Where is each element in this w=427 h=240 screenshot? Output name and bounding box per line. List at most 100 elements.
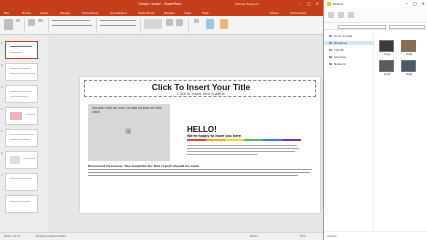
group-separator xyxy=(48,18,49,33)
file-thumbnail[interactable]: img3 xyxy=(379,60,395,76)
item-count: 4 items xyxy=(327,234,337,238)
text-line xyxy=(88,169,312,171)
search-input[interactable] xyxy=(389,24,425,29)
file-thumbnail[interactable]: img4 xyxy=(401,60,417,76)
ribbon-tabs: File Home Insert Design Transitions Anim… xyxy=(0,9,323,16)
tab-help[interactable]: Help xyxy=(202,11,209,15)
zoom-level[interactable]: 67% xyxy=(300,235,306,238)
file-thumbnail[interactable]: img1 xyxy=(379,40,395,56)
shapes-gallery[interactable] xyxy=(144,19,162,29)
tab-design[interactable]: Design xyxy=(60,11,70,15)
welcome-subheading[interactable]: We're happy to have you here xyxy=(187,134,241,138)
body-text[interactable]: Document Overview: The template for this… xyxy=(88,164,314,168)
group-separator xyxy=(24,18,25,33)
nav-item[interactable]: Libraries xyxy=(329,55,346,59)
folder-icon xyxy=(327,2,331,6)
cut-icon[interactable] xyxy=(16,19,20,22)
slide-thumbnail[interactable] xyxy=(5,107,38,125)
quick-styles-icon[interactable] xyxy=(176,19,183,26)
layout-icon[interactable] xyxy=(38,19,43,22)
color-stripe xyxy=(225,139,244,141)
text-line xyxy=(88,172,310,174)
tab-transitions[interactable]: Transitions xyxy=(82,11,98,15)
tab-insert[interactable]: Insert xyxy=(40,11,49,15)
up-icon[interactable] xyxy=(348,12,354,18)
nav-item[interactable]: OneDrive xyxy=(324,41,374,45)
image-placeholder[interactable]: Double-click on icon to add picture on t… xyxy=(88,104,170,161)
slide-title[interactable]: Click To Insert Your Title xyxy=(85,82,317,92)
language-indicator[interactable]: English (United States) xyxy=(36,235,66,238)
text-line xyxy=(187,148,299,150)
slide-thumbnail[interactable] xyxy=(5,173,38,191)
slide-thumbnail[interactable] xyxy=(5,85,38,103)
design-ideas-icon[interactable] xyxy=(220,19,228,29)
slide-canvas[interactable]: Click To Insert Your Title Click To Inse… xyxy=(80,77,320,213)
tab-view[interactable]: View xyxy=(184,11,191,15)
close-icon[interactable]: ✕ xyxy=(422,1,425,6)
dictate-icon[interactable] xyxy=(206,19,214,29)
slide-counter: Slide 1 of 11 xyxy=(4,235,21,238)
slide-thumbnail[interactable] xyxy=(5,41,38,59)
nav-item[interactable]: Quick access xyxy=(329,34,352,38)
paste-icon[interactable] xyxy=(4,19,13,30)
picture-icon[interactable]: ▣ xyxy=(125,127,132,135)
align-row[interactable] xyxy=(100,25,136,26)
color-stripe xyxy=(206,139,225,141)
image-placeholder-text: Double-click on icon to add picture on t… xyxy=(92,106,162,114)
image-preview xyxy=(379,60,394,72)
font-selector[interactable] xyxy=(52,20,90,21)
font-format-row[interactable] xyxy=(52,25,92,26)
notes-button[interactable]: Notes xyxy=(250,235,258,238)
nav-item[interactable]: This PC xyxy=(329,48,344,52)
tab-review[interactable]: Review xyxy=(164,11,175,15)
color-stripe xyxy=(244,139,263,141)
color-stripe xyxy=(282,139,301,141)
slide-thumbnail[interactable] xyxy=(5,129,38,147)
new-slide-icon[interactable] xyxy=(28,19,35,26)
explorer-title: Photos xyxy=(333,2,344,6)
slide-thumbnail[interactable] xyxy=(5,195,38,213)
library-icon xyxy=(329,55,332,58)
forward-icon[interactable] xyxy=(338,12,344,18)
maximize-icon[interactable]: □ xyxy=(307,1,311,7)
computer-icon xyxy=(329,48,332,51)
file-thumbnail[interactable]: img2 xyxy=(401,40,417,56)
comments-button[interactable]: Comments xyxy=(290,11,306,15)
slide-thumbnail[interactable] xyxy=(5,63,38,81)
nav-label: This PC xyxy=(334,48,345,52)
minimize-icon[interactable]: – xyxy=(406,1,408,6)
group-separator xyxy=(140,18,141,33)
address-bar[interactable] xyxy=(338,24,386,29)
arrange-icon[interactable] xyxy=(166,19,173,26)
share-button[interactable]: Share xyxy=(270,11,279,15)
explorer-ribbon xyxy=(324,9,427,23)
slide-thumbnail[interactable] xyxy=(5,151,38,169)
nav-label: OneDrive xyxy=(334,41,348,45)
maximize-icon[interactable]: □ xyxy=(413,1,417,6)
color-bar xyxy=(187,139,301,141)
image-preview xyxy=(401,40,416,52)
color-stripe xyxy=(187,139,206,141)
nav-item[interactable]: Network xyxy=(329,62,346,66)
hello-heading[interactable]: HELLO! xyxy=(187,125,217,134)
explorer-status-bar: 4 items xyxy=(324,231,427,240)
file-name: img4 xyxy=(405,73,413,76)
title-placeholder[interactable]: Click To Insert Your Title Click To Inse… xyxy=(84,80,316,97)
thumb-number: 5 xyxy=(1,130,3,133)
find-icon[interactable] xyxy=(194,19,199,23)
user-name[interactable]: Chang Heng Lin xyxy=(235,2,259,6)
nav-label: Network xyxy=(334,62,346,66)
slide-subtitle[interactable]: Click To Insert Your Subtitle xyxy=(85,92,317,96)
tab-home[interactable]: Home xyxy=(22,11,31,15)
file-explorer-window: Photos – □ ✕ Quick access OneDrive This … xyxy=(323,0,427,240)
paragraph-row[interactable] xyxy=(100,20,136,21)
close-icon[interactable]: ✕ xyxy=(316,1,319,7)
thumb-number: 4 xyxy=(1,108,3,111)
minimize-icon[interactable]: – xyxy=(300,1,302,7)
tab-slide-show[interactable]: Slide Show xyxy=(138,11,154,15)
back-icon[interactable] xyxy=(328,12,334,18)
tab-file[interactable]: File xyxy=(4,11,9,15)
text-line xyxy=(187,151,295,153)
tab-animations[interactable]: Animations xyxy=(110,11,127,15)
group-separator xyxy=(96,18,97,33)
